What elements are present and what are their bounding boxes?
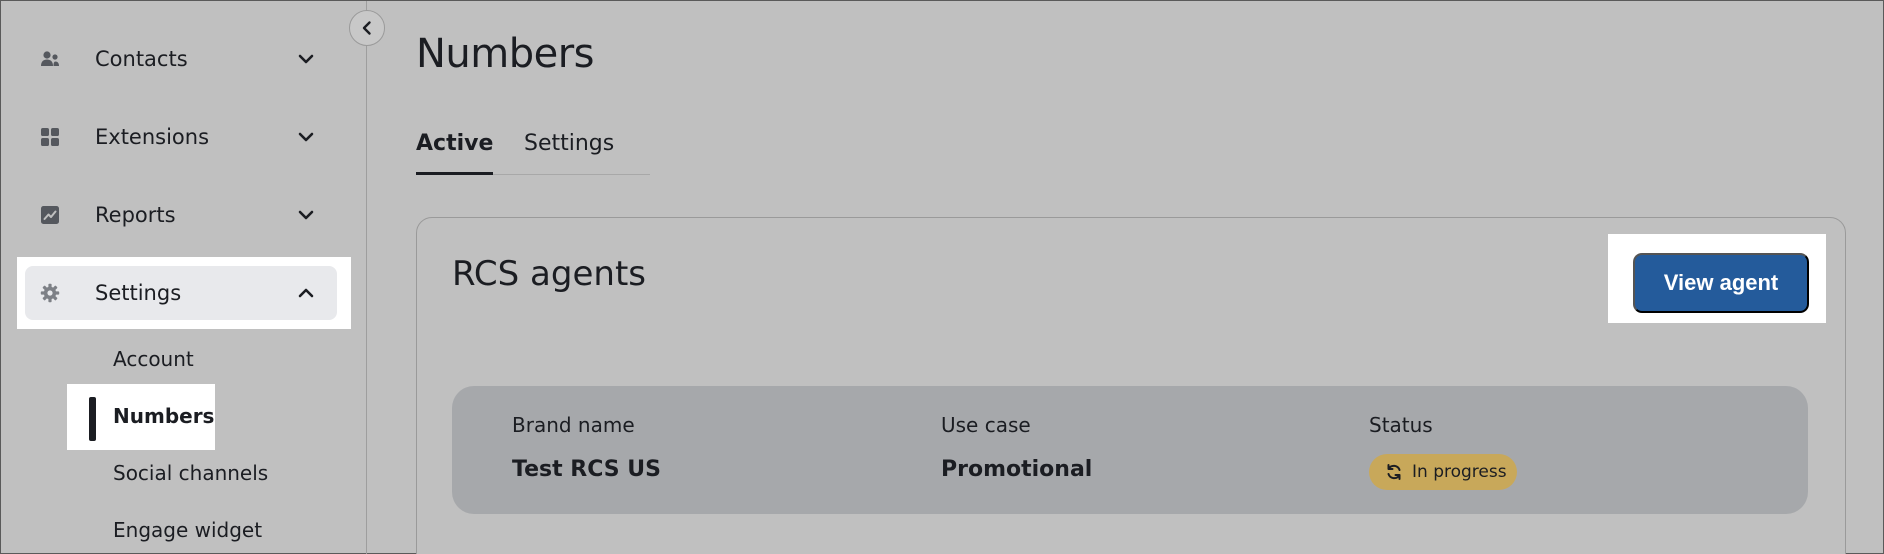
sidebar-item-contacts[interactable]: Contacts xyxy=(25,32,337,86)
tab-active[interactable]: Active xyxy=(416,131,494,175)
extensions-icon xyxy=(39,126,61,148)
collapse-sidebar-button[interactable] xyxy=(349,10,385,46)
brand-name-header: Brand name xyxy=(512,413,635,437)
tab-settings[interactable]: Settings xyxy=(524,131,614,175)
chevron-left-icon xyxy=(362,21,371,35)
chevron-down-icon xyxy=(298,54,314,64)
use-case-header: Use case xyxy=(941,413,1031,437)
card-title: RCS agents xyxy=(452,254,646,294)
view-agent-button[interactable]: View agent xyxy=(1633,253,1809,313)
sidebar-item-extensions[interactable]: Extensions xyxy=(25,110,337,164)
page-title: Numbers xyxy=(416,31,595,77)
active-indicator xyxy=(89,397,96,441)
sidebar-item-label: Reports xyxy=(95,203,176,227)
sidebar: Contacts Extensions Reports Settings Acc… xyxy=(1,1,385,554)
status-badge-label: In progress xyxy=(1412,462,1507,482)
chevron-down-icon xyxy=(298,132,314,142)
chevron-down-icon xyxy=(298,210,314,220)
sidebar-item-label: Extensions xyxy=(95,125,210,149)
sidebar-item-reports[interactable]: Reports xyxy=(25,188,337,242)
chevron-up-icon xyxy=(298,288,314,298)
agent-info-panel xyxy=(452,386,1808,514)
use-case-value: Promotional xyxy=(941,457,1093,482)
sidebar-item-label: Settings xyxy=(95,281,182,305)
gear-icon xyxy=(39,282,61,304)
brand-name-value: Test RCS US xyxy=(512,457,661,482)
sidebar-sub-item-engage-widget[interactable]: Engage widget xyxy=(113,518,262,542)
sidebar-sub-item-numbers[interactable]: Numbers xyxy=(113,404,214,428)
refresh-icon xyxy=(1387,464,1401,480)
sidebar-item-label: Contacts xyxy=(95,47,188,71)
sidebar-sub-item-account[interactable]: Account xyxy=(113,347,194,371)
status-badge: In progress xyxy=(1369,454,1517,490)
sidebar-sub-item-social-channels[interactable]: Social channels xyxy=(113,461,268,485)
contacts-icon xyxy=(39,48,61,70)
sidebar-item-settings[interactable]: Settings xyxy=(25,266,337,320)
reports-icon xyxy=(39,204,61,226)
tab-bar: Active Settings xyxy=(416,125,650,175)
status-header: Status xyxy=(1369,413,1433,437)
